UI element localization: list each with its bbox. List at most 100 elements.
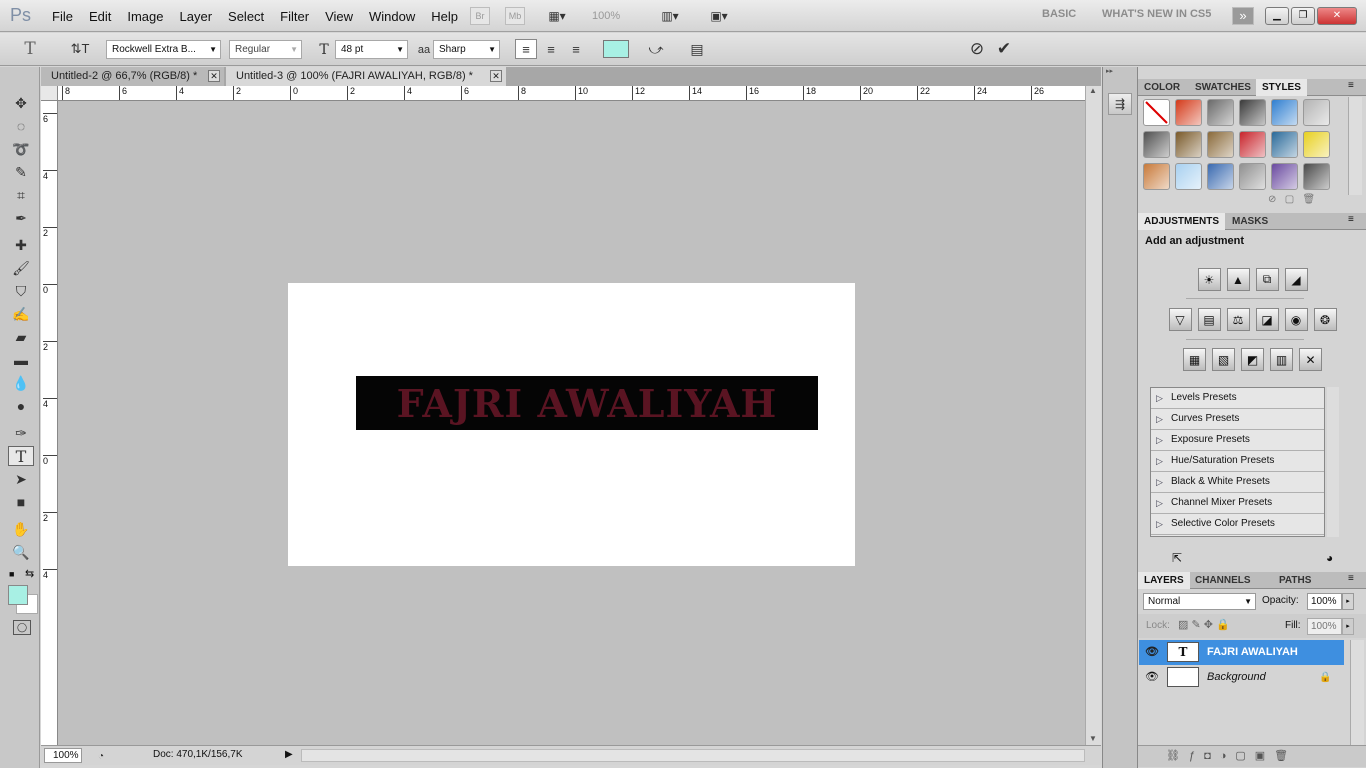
style-swatch[interactable] bbox=[1271, 99, 1298, 126]
collapse-dock-icon[interactable]: ▸▸ bbox=[1106, 67, 1135, 75]
preset-item[interactable]: ▷ Curves Presets bbox=[1151, 409, 1324, 430]
swap-colors-icon[interactable]: ⇆ bbox=[25, 567, 34, 580]
blur-tool-icon[interactable]: 💧 bbox=[8, 373, 34, 393]
quick-selection-tool-icon[interactable]: ✎ bbox=[8, 162, 34, 182]
status-info-icon[interactable]: ◔ bbox=[94, 749, 108, 763]
expand-icon[interactable]: ▷ bbox=[1156, 388, 1163, 408]
zoom-level[interactable]: 100% bbox=[592, 10, 620, 22]
layers-footer-icons[interactable]: ⛓ƒ◘◑▢▣🗑 bbox=[1166, 749, 1297, 762]
tab-untitled-2[interactable]: Untitled-2 @ 66,7% (RGB/8) * ✕ bbox=[41, 67, 224, 86]
blend-mode-select[interactable]: Normal ▼ bbox=[1143, 593, 1256, 610]
path-selection-tool-icon[interactable]: ➤ bbox=[8, 469, 34, 489]
menu-layer[interactable]: Layer bbox=[172, 9, 221, 24]
layer-name[interactable]: Background bbox=[1207, 665, 1266, 690]
align-left-icon[interactable]: ≡ bbox=[515, 39, 537, 59]
style-swatch[interactable] bbox=[1303, 131, 1330, 158]
workspace-basic[interactable]: BASIC bbox=[1042, 8, 1076, 20]
commit-icon[interactable]: ✔ bbox=[993, 38, 1015, 60]
ruler-origin[interactable] bbox=[41, 86, 58, 101]
style-swatch[interactable] bbox=[1175, 163, 1202, 190]
history-panel-icon[interactable]: ⇶ bbox=[1108, 93, 1132, 115]
character-panel-icon[interactable]: ▤ bbox=[686, 39, 708, 59]
lasso-tool-icon[interactable]: ➰ bbox=[8, 139, 34, 159]
expand-icon[interactable]: ▷ bbox=[1156, 409, 1163, 429]
close-button[interactable]: ✕ bbox=[1317, 7, 1357, 25]
text-color-swatch[interactable] bbox=[603, 40, 629, 58]
menu-help[interactable]: Help bbox=[423, 9, 466, 24]
horizontal-scrollbar[interactable] bbox=[301, 749, 1085, 762]
menu-image[interactable]: Image bbox=[119, 9, 171, 24]
expand-icon[interactable]: ▷ bbox=[1156, 514, 1163, 534]
pen-tool-icon[interactable]: ✑ bbox=[8, 423, 34, 443]
tab-masks[interactable]: MASKS bbox=[1226, 213, 1274, 230]
preset-item[interactable]: ▷ Selective Color Presets bbox=[1151, 514, 1324, 535]
scroll-up-icon[interactable]: ▲ bbox=[1089, 86, 1097, 95]
shape-tool-icon[interactable]: ■ bbox=[8, 492, 34, 512]
eye-icon[interactable]: 👁 bbox=[1145, 640, 1159, 665]
brush-tool-icon[interactable]: 🖌 bbox=[8, 258, 34, 278]
font-family-select[interactable]: Rockwell Extra B... ▼ bbox=[106, 40, 221, 59]
style-swatch[interactable] bbox=[1175, 99, 1202, 126]
style-swatch[interactable] bbox=[1271, 163, 1298, 190]
hand-tool-icon[interactable]: ✋ bbox=[8, 519, 34, 539]
style-swatch[interactable] bbox=[1143, 163, 1170, 190]
styles-footer-icons[interactable]: ⊘ ▢ 🗑 bbox=[1268, 194, 1315, 205]
font-size-select[interactable]: 48 pt ▼ bbox=[335, 40, 408, 59]
cancel-icon[interactable]: ⊘ bbox=[966, 38, 988, 60]
menu-view[interactable]: View bbox=[317, 9, 361, 24]
preset-item[interactable]: ▷ Channel Mixer Presets bbox=[1151, 493, 1324, 514]
marquee-tool-icon[interactable]: ◌ bbox=[8, 116, 34, 136]
layer-row-background[interactable]: 👁 Background 🔒 bbox=[1139, 665, 1344, 690]
text-layer-selection[interactable]: FAJRI AWALIYAH bbox=[356, 376, 818, 430]
more-workspaces-button[interactable]: » bbox=[1232, 7, 1254, 25]
style-swatch[interactable] bbox=[1239, 99, 1266, 126]
gradient-map-icon[interactable]: ▥ bbox=[1270, 348, 1293, 371]
exposure-icon[interactable]: ◢ bbox=[1284, 268, 1308, 291]
foreground-color-swatch[interactable] bbox=[8, 585, 28, 605]
style-swatch[interactable] bbox=[1303, 163, 1330, 190]
menu-file[interactable]: File bbox=[44, 9, 81, 24]
menu-edit[interactable]: Edit bbox=[81, 9, 119, 24]
arrange-documents-icon[interactable]: ▥▾ bbox=[654, 8, 686, 24]
lock-icons[interactable]: ▨ ✎ ✥ 🔒 bbox=[1178, 618, 1230, 631]
tab-styles[interactable]: STYLES bbox=[1256, 79, 1307, 96]
fill-input[interactable]: 100% bbox=[1307, 618, 1342, 635]
quick-mask-icon[interactable]: ◯ bbox=[13, 620, 31, 635]
align-center-icon[interactable]: ≡ bbox=[540, 39, 562, 59]
eye-icon[interactable]: 👁 bbox=[1145, 665, 1159, 690]
expand-icon[interactable]: ▷ bbox=[1156, 451, 1163, 471]
panel-menu-icon[interactable]: ≡ bbox=[1348, 214, 1354, 225]
mini-bridge-button[interactable]: Mb bbox=[505, 7, 525, 25]
layer-name[interactable]: FAJRI AWALIYAH bbox=[1207, 640, 1298, 665]
adjustment-view-icon[interactable]: ⇱ bbox=[1172, 551, 1182, 565]
font-style-select[interactable]: Regular ▼ bbox=[229, 40, 302, 59]
brightness-contrast-icon[interactable]: ☀ bbox=[1197, 268, 1221, 291]
eyedropper-tool-icon[interactable]: ✒ bbox=[8, 208, 34, 228]
type-tool-active-icon[interactable]: T bbox=[8, 446, 34, 466]
photo-filter-icon[interactable]: ◉ bbox=[1284, 308, 1308, 331]
styles-scrollbar[interactable] bbox=[1348, 97, 1362, 195]
presets-scrollbar[interactable] bbox=[1327, 387, 1339, 537]
screen-mode-icon[interactable]: ▦▾ bbox=[542, 8, 572, 24]
style-swatch[interactable] bbox=[1143, 99, 1170, 126]
vertical-scrollbar[interactable]: ▲ ▼ bbox=[1085, 86, 1101, 745]
preset-item[interactable]: ▷ Exposure Presets bbox=[1151, 430, 1324, 451]
type-tool-icon[interactable]: T bbox=[18, 39, 42, 59]
menu-window[interactable]: Window bbox=[361, 9, 423, 24]
tab-channels[interactable]: CHANNELS bbox=[1189, 572, 1257, 589]
move-tool-icon[interactable]: ✥ bbox=[8, 93, 34, 113]
ruler-horizontal[interactable]: 8 6 4 2 0 2 4 6 8 10 12 14 16 18 20 22 24 26 bbox=[58, 86, 1085, 101]
style-swatch[interactable] bbox=[1175, 131, 1202, 158]
status-zoom[interactable]: 100% bbox=[44, 748, 82, 763]
preset-item[interactable]: ▷ Levels Presets bbox=[1151, 388, 1324, 409]
tab-color[interactable]: COLOR bbox=[1138, 79, 1186, 96]
restore-button[interactable]: ❐ bbox=[1291, 7, 1315, 25]
align-right-icon[interactable]: ≡ bbox=[565, 39, 587, 59]
close-tab-icon[interactable]: ✕ bbox=[208, 70, 220, 82]
preset-item[interactable]: ▷ Hue/Saturation Presets bbox=[1151, 451, 1324, 472]
dodge-tool-icon[interactable]: ● bbox=[8, 396, 34, 416]
clone-stamp-tool-icon[interactable]: ⛉ bbox=[8, 281, 34, 301]
panel-menu-icon[interactable]: ≡ bbox=[1348, 80, 1354, 91]
curves-icon[interactable]: ⧉ bbox=[1255, 268, 1279, 291]
expand-icon[interactable]: ▷ bbox=[1156, 430, 1163, 450]
